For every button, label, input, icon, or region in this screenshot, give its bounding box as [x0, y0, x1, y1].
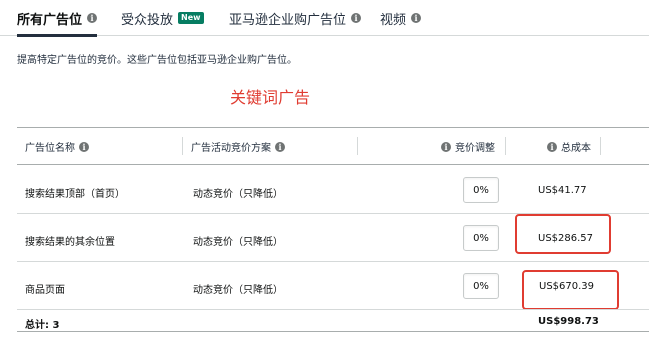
info-icon[interactable]: i	[351, 13, 362, 23]
tab-audience[interactable]: 受众投放 New	[121, 0, 204, 36]
tab-amazon-business[interactable]: 亚马逊企业购广告位 i	[229, 0, 362, 36]
row-divider	[17, 309, 649, 310]
info-icon[interactable]: i	[275, 141, 285, 152]
column-divider	[357, 137, 358, 155]
info-icon[interactable]: i	[87, 13, 98, 23]
highlight-box	[522, 270, 619, 310]
tab-video[interactable]: 视频 i	[380, 0, 422, 36]
total-cost-value: US$41.77	[538, 185, 587, 196]
tab-bar: 所有广告位 i 受众投放 New 亚马逊企业购广告位 i 视频 i	[0, 0, 649, 37]
description-text: 提高特定广告位的竞价。这些广告位包括亚马逊企业购广告位。	[17, 55, 297, 66]
annotation-label: 关键词广告	[230, 88, 311, 107]
tab-label: 视频	[380, 12, 407, 28]
header-bid-adjust: i 竞价调整	[441, 139, 495, 154]
bid-adjust-input[interactable]: 0%	[463, 177, 499, 203]
bid-strategy: 动态竞价（只降低）	[193, 237, 283, 248]
placements-table: 广告位名称 i 广告活动竞价方案 i i 竞价调整 i 总成本 搜索结果顶部（首…	[17, 127, 649, 337]
info-icon[interactable]: i	[547, 141, 557, 152]
bid-adjust-input[interactable]: 0%	[463, 225, 499, 251]
placement-name: 商品页面	[25, 285, 65, 296]
info-icon[interactable]: i	[411, 13, 422, 23]
info-icon[interactable]: i	[441, 141, 451, 152]
tab-label: 所有广告位	[17, 12, 83, 28]
header-label: 广告活动竞价方案	[191, 143, 271, 154]
tab-label: 亚马逊企业购广告位	[229, 12, 347, 28]
bid-strategy: 动态竞价（只降低）	[193, 285, 283, 296]
column-divider	[505, 137, 506, 155]
placement-name: 搜索结果的其余位置	[25, 237, 115, 248]
table-top-border	[17, 127, 649, 128]
info-icon[interactable]: i	[79, 141, 89, 152]
header-label: 总成本	[561, 143, 591, 154]
bid-adjust-input[interactable]: 0%	[463, 273, 499, 299]
table-bottom-border	[17, 331, 649, 332]
column-divider	[182, 137, 183, 155]
tab-all-placements[interactable]: 所有广告位 i	[17, 0, 98, 37]
total-cost-sum: US$998.73	[538, 316, 599, 327]
new-badge: New	[178, 12, 204, 24]
total-count: 总计: 3	[25, 320, 60, 331]
header-label: 广告位名称	[25, 143, 75, 154]
row-divider	[17, 261, 649, 262]
highlight-box	[515, 214, 611, 254]
placement-name: 搜索结果顶部（首页）	[25, 189, 125, 200]
header-placement: 广告位名称 i	[25, 139, 89, 154]
bid-strategy: 动态竞价（只降低）	[193, 189, 283, 200]
header-total-cost: i 总成本	[547, 139, 591, 154]
header-strategy: 广告活动竞价方案 i	[191, 139, 285, 154]
header-label: 竞价调整	[455, 143, 495, 154]
tab-label: 受众投放	[121, 12, 174, 28]
header-bottom-border	[17, 164, 649, 165]
column-divider	[600, 137, 601, 155]
